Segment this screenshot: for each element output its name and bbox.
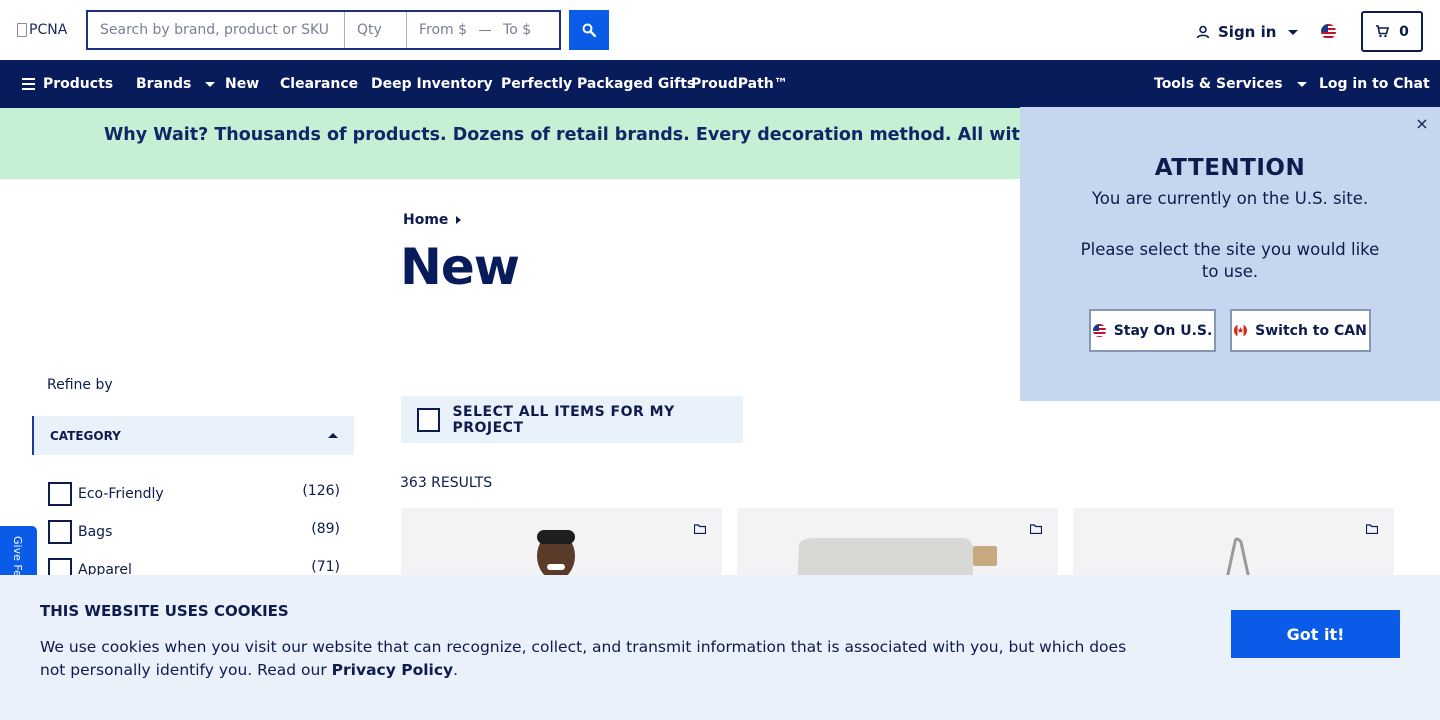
cart-count: 0 [1399, 23, 1409, 40]
category-checkbox[interactable] [48, 482, 72, 506]
logo-alt-text: PCNA [29, 22, 68, 38]
search-form: Search by brand, product or SKU Qty From… [86, 10, 561, 50]
category-item-count: (126) [302, 483, 340, 499]
cookie-body-text: We use cookies when you visit our websit… [40, 638, 1127, 679]
nav-new[interactable]: New [225, 60, 259, 108]
us-flag-icon [1092, 324, 1106, 337]
nav-tools-services[interactable]: Tools & Services [1154, 60, 1307, 108]
nav-clearance[interactable]: Clearance [280, 60, 358, 108]
select-all-label: SELECT ALL ITEMS FOR MY PROJECT [452, 403, 675, 436]
folder-icon[interactable] [1030, 524, 1042, 534]
category-item-label: Bags [78, 524, 113, 540]
search-placeholder: Search by brand, product or SKU [100, 22, 330, 38]
price-from-input[interactable]: From $ [419, 22, 467, 38]
select-all-items-toggle[interactable]: SELECT ALL ITEMS FOR MY PROJECT [401, 396, 743, 443]
category-filter-toggle[interactable]: CATEGORY [32, 416, 354, 455]
results-count: 363 RESULTS [400, 475, 493, 491]
sign-in-label: Sign in [1218, 23, 1277, 41]
nav-deep-inventory[interactable]: Deep Inventory [371, 60, 493, 108]
hamburger-icon [22, 78, 35, 90]
sign-in-menu[interactable]: Sign in [1196, 20, 1299, 44]
cookie-title: THIS WEBSITE USES COOKIES [40, 602, 289, 620]
nav-products[interactable]: Products [22, 60, 113, 108]
category-item-count: (89) [311, 521, 340, 537]
category-label: CATEGORY [50, 428, 121, 443]
nav-tools-services-label: Tools & Services [1154, 76, 1283, 92]
attention-title: ATTENTION [1154, 155, 1306, 181]
nav-chat-label: Log in to Chat [1319, 76, 1430, 92]
chevron-up-icon [328, 433, 338, 438]
price-range: From $ To $ [407, 12, 559, 48]
select-all-checkbox[interactable] [417, 407, 441, 432]
nav-packaged-gifts-label: Perfectly Packaged Gifts [501, 76, 696, 92]
close-icon[interactable]: × [1414, 116, 1430, 132]
search-button[interactable] [569, 10, 609, 50]
page-title: New [400, 238, 520, 296]
logo-link[interactable]: PCNA [17, 22, 67, 38]
nav-brands-label: Brands [136, 76, 192, 92]
breadcrumb-home[interactable]: Home [403, 212, 448, 228]
cookie-body-period: . [453, 661, 459, 679]
site-header: PCNA Search by brand, product or SKU Qty… [0, 0, 1440, 60]
folder-icon[interactable] [1366, 524, 1378, 534]
accept-cookies-button[interactable]: Got it! [1231, 610, 1400, 658]
stay-us-label: Stay On U.S. [1113, 322, 1213, 339]
nav-clearance-label: Clearance [280, 76, 359, 92]
feedback-label: Give Fe [11, 536, 24, 577]
chevron-right-icon [456, 216, 462, 224]
nav-proudpath[interactable]: ProudPath™ [691, 60, 788, 108]
category-item-count: (71) [311, 559, 340, 575]
cookie-body: We use cookies when you visit our websit… [40, 636, 1140, 682]
cart-button[interactable]: 0 [1361, 11, 1423, 52]
category-checkbox[interactable] [48, 520, 72, 544]
switch-can-button[interactable]: Switch to CAN [1230, 309, 1371, 352]
nav-products-label: Products [43, 76, 114, 92]
switch-can-label: Switch to CAN [1255, 322, 1367, 339]
range-dash [479, 29, 492, 31]
nav-chat-login[interactable]: Log in to Chat [1319, 60, 1430, 108]
price-to-input[interactable]: To $ [503, 22, 531, 38]
us-flag-icon[interactable] [1321, 24, 1336, 39]
nav-new-label: New [225, 76, 260, 92]
chevron-down-icon [1296, 81, 1307, 87]
main-nav: Products Brands New Clearance Deep Inven… [0, 60, 1440, 108]
nav-proudpath-label: ProudPath™ [691, 76, 788, 92]
search-input[interactable]: Search by brand, product or SKU [88, 12, 345, 48]
privacy-policy-link[interactable]: Privacy Policy [332, 661, 454, 679]
nav-deep-inventory-label: Deep Inventory [371, 76, 493, 92]
category-filter-item[interactable]: Bags (89) [48, 520, 340, 546]
stay-us-button[interactable]: Stay On U.S. [1089, 309, 1216, 352]
user-icon [1196, 25, 1210, 39]
category-item-label: Eco-Friendly [78, 486, 164, 502]
broken-image-icon [17, 23, 27, 37]
breadcrumb: Home [403, 212, 462, 228]
chevron-down-icon [205, 81, 216, 87]
nav-brands[interactable]: Brands [136, 60, 216, 108]
refine-by-label: Refine by [47, 377, 113, 393]
folder-icon[interactable] [694, 524, 706, 534]
chevron-down-icon [1288, 29, 1299, 35]
cookie-banner: THIS WEBSITE USES COOKIES We use cookies… [0, 575, 1440, 720]
nav-packaged-gifts[interactable]: Perfectly Packaged Gifts [501, 60, 695, 108]
promo-text: Why Wait? Thousands of products. Dozens … [104, 125, 1145, 145]
quantity-input[interactable]: Qty [345, 12, 407, 48]
attention-select-site-text: Please select the site you would like to… [1080, 240, 1380, 281]
search-icon [582, 23, 596, 37]
site-selector-popup: × ATTENTION You are currently on the U.S… [1020, 107, 1440, 401]
category-filter-item[interactable]: Eco-Friendly (126) [48, 482, 340, 508]
attention-current-site-text: You are currently on the U.S. site. [1091, 189, 1369, 208]
ca-flag-icon [1234, 324, 1248, 337]
qty-placeholder: Qty [357, 22, 382, 38]
cart-icon [1376, 25, 1390, 38]
